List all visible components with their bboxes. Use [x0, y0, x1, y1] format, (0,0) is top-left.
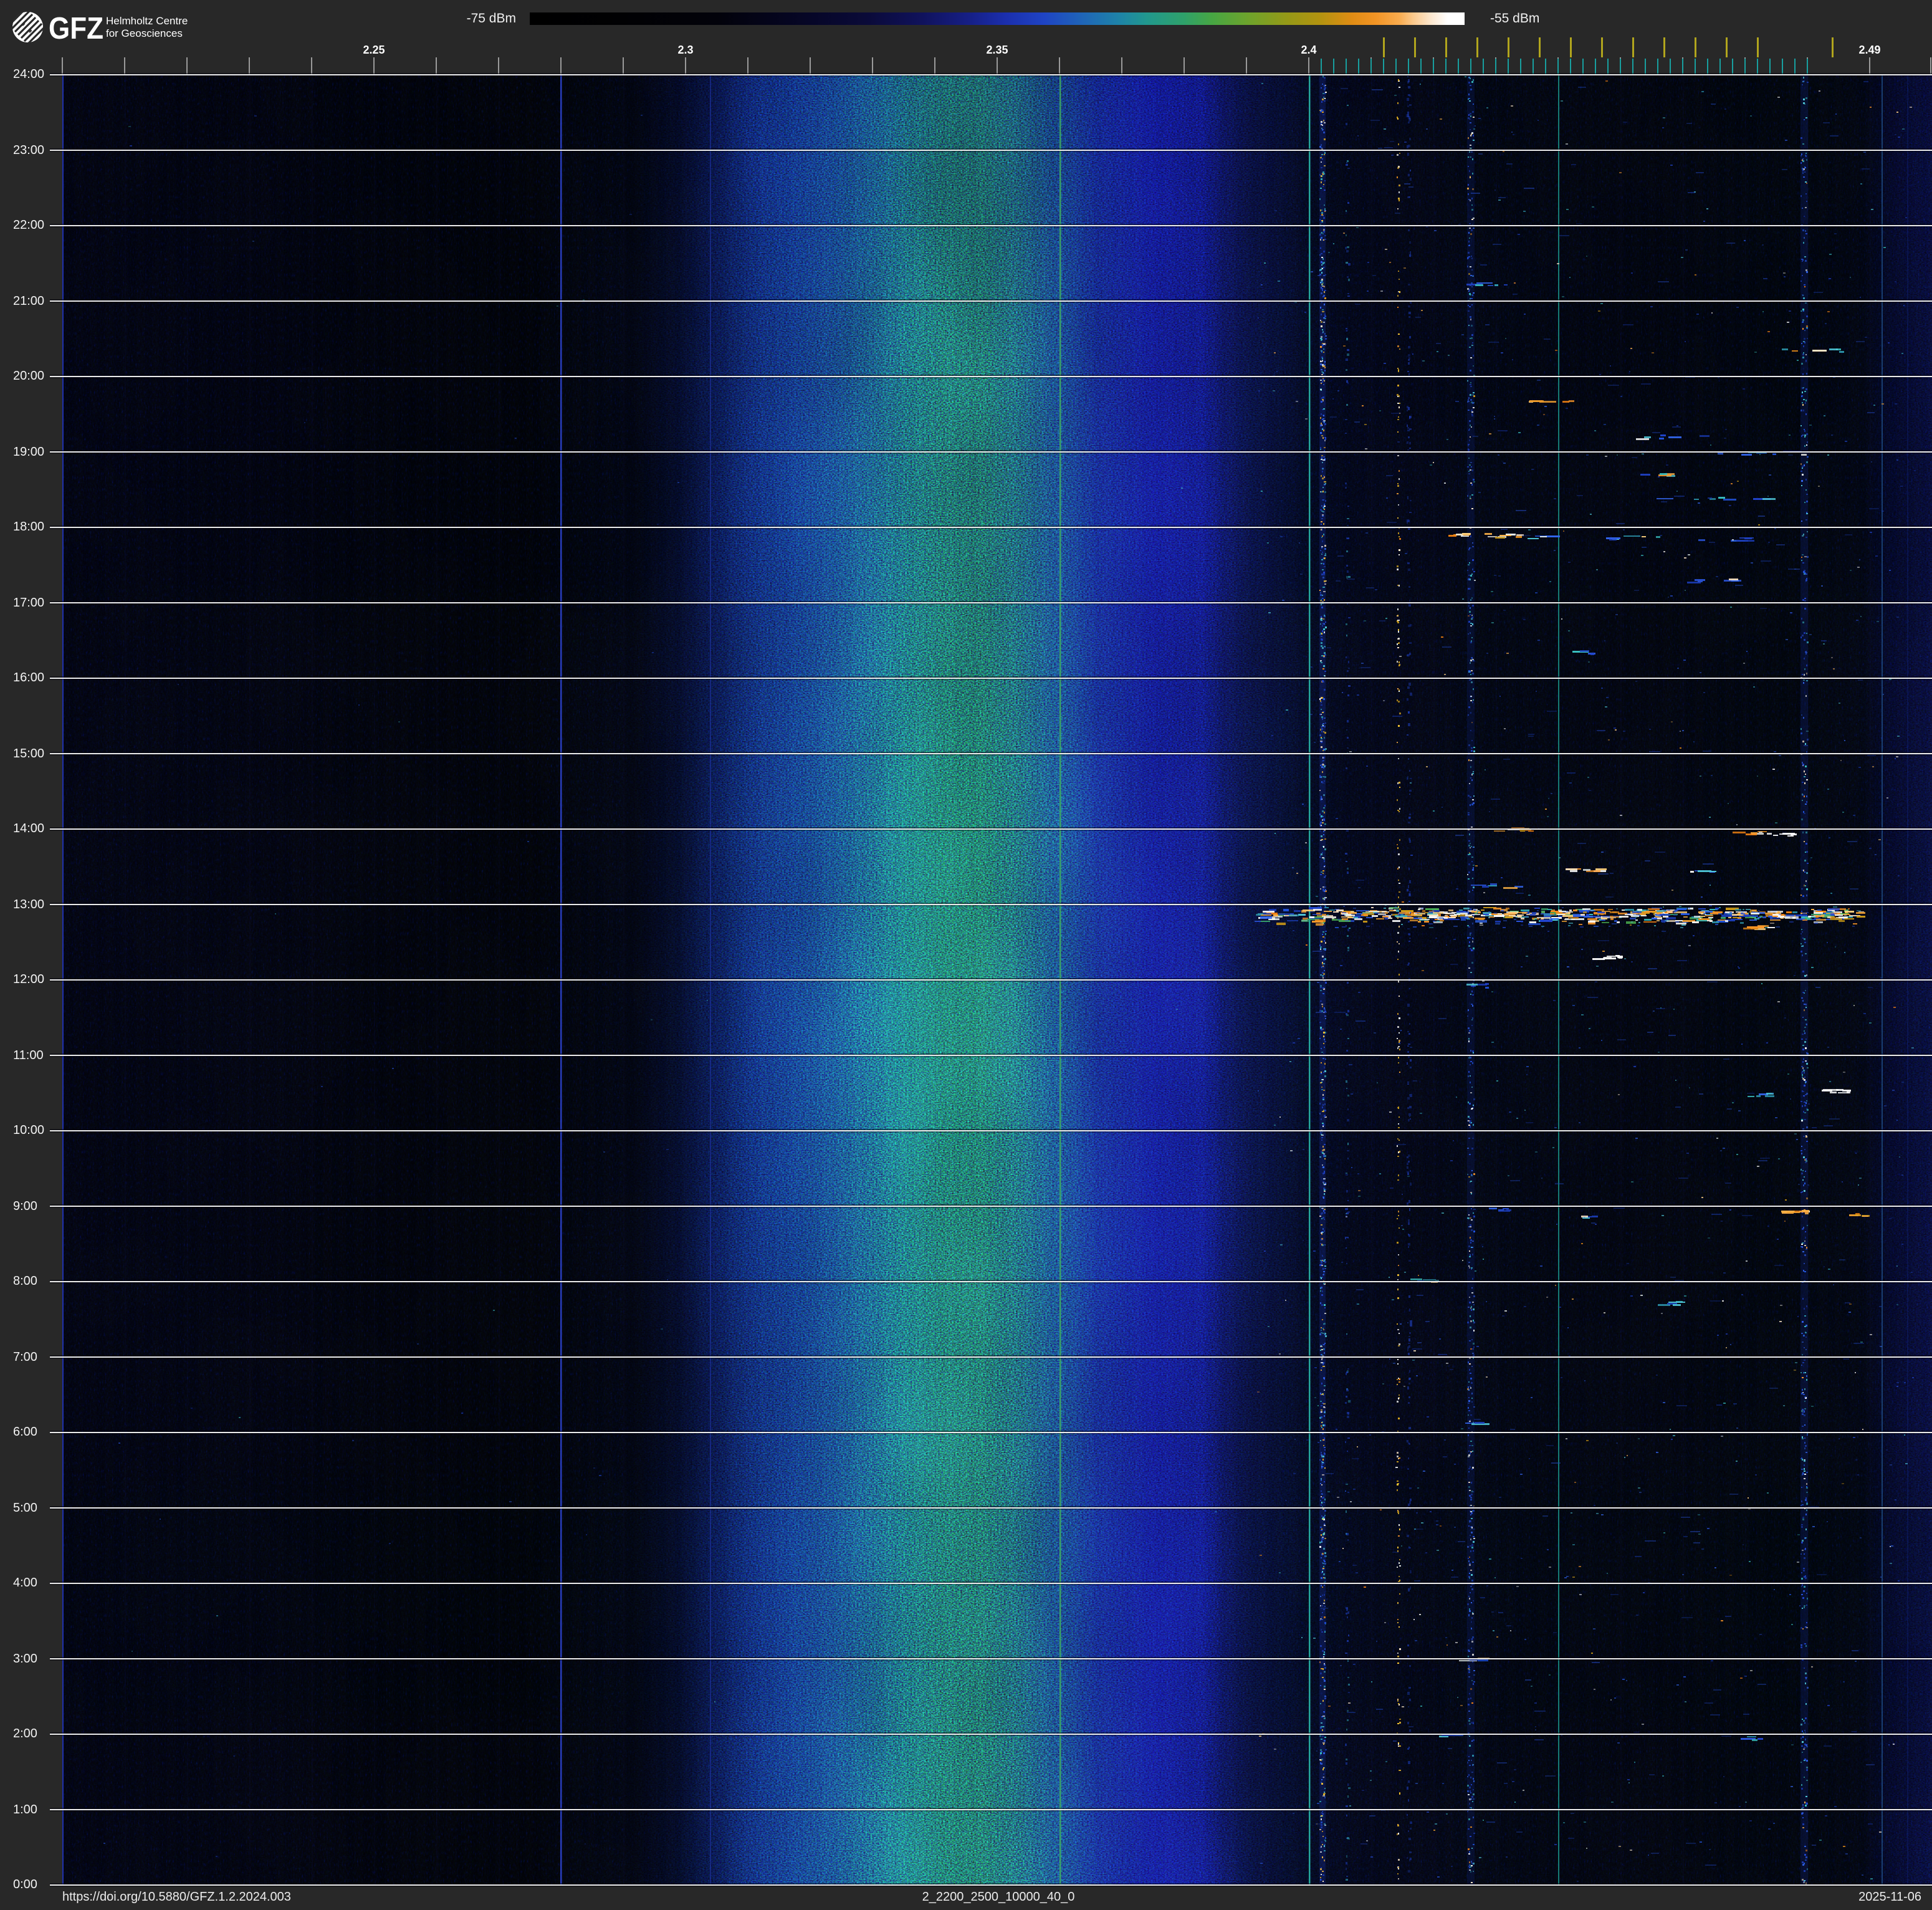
svg-text:GFZ: GFZ	[49, 12, 103, 42]
